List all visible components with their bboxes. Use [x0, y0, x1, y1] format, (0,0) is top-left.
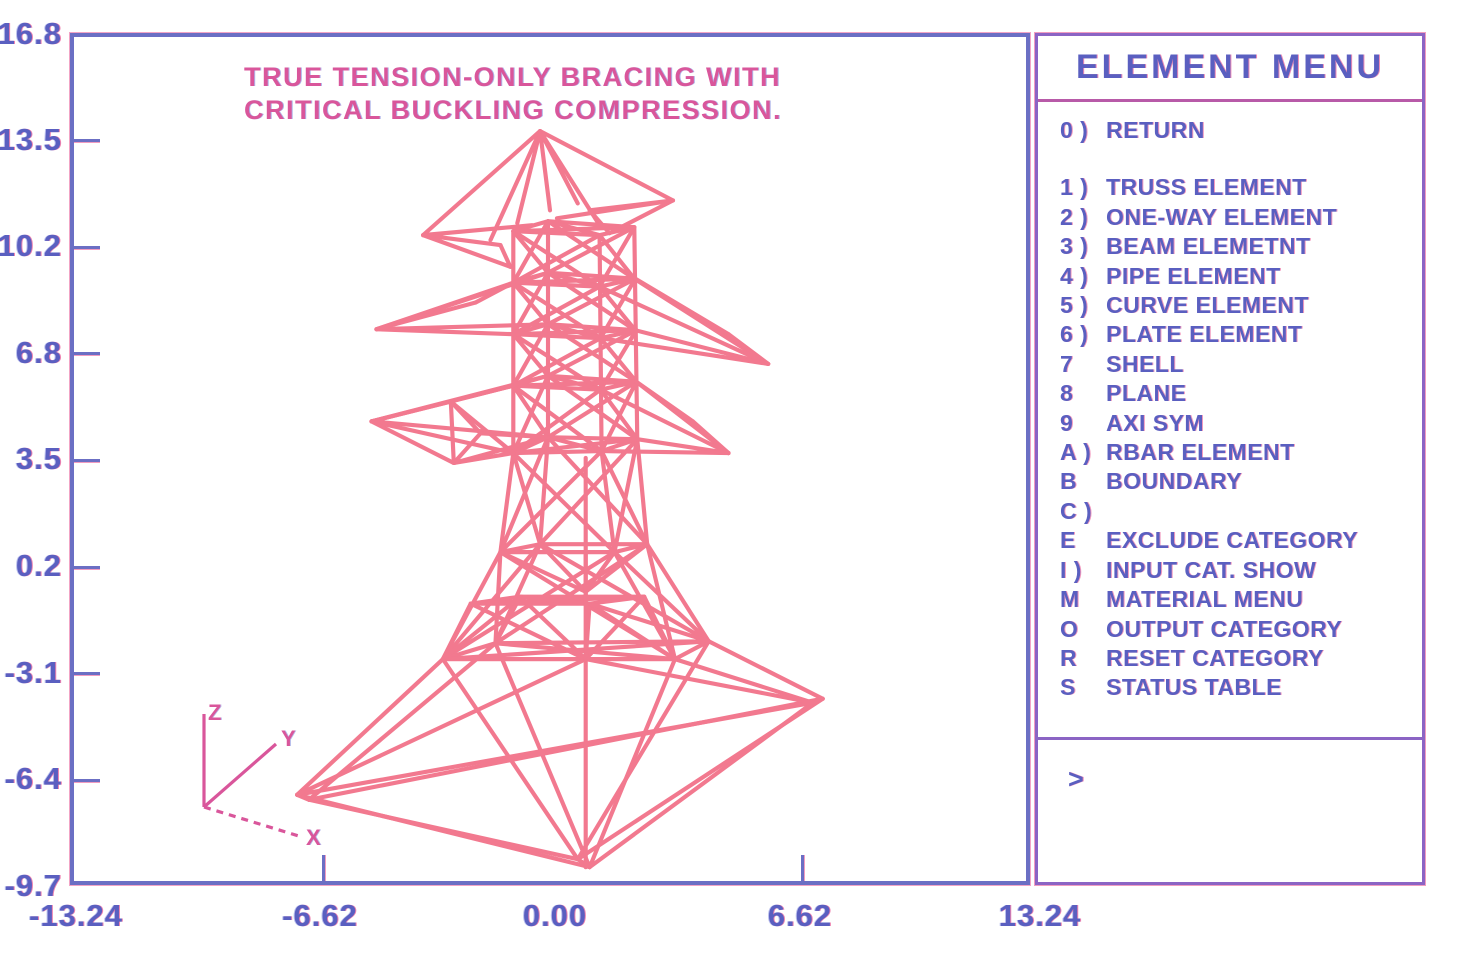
menu-item-label: AXI SYM — [1106, 409, 1205, 436]
menu-item-key: 0 ) — [1060, 117, 1089, 143]
menu-item-key: 8 — [1060, 380, 1074, 407]
menu-item-key: 5 ) — [1060, 292, 1089, 319]
menu-title-bar: ELEMENT MENU — [1038, 36, 1422, 102]
menu-item-key: 4 ) — [1060, 262, 1089, 289]
menu-item-key: R — [1060, 644, 1078, 671]
command-prompt-caret: > — [1068, 764, 1084, 794]
y-tick-label: 3.5 — [15, 441, 62, 476]
menu-item-label: RETURN — [1106, 117, 1205, 143]
menu-item-key: B — [1060, 468, 1078, 495]
menu-item-key: C ) — [1060, 497, 1093, 524]
triad-y-label: Y — [281, 726, 296, 751]
menu-item-key: A ) — [1060, 439, 1092, 466]
menu-item-label: EXCLUDE CATEGORY — [1106, 527, 1359, 554]
x-tick-label: -13.24 — [29, 898, 123, 933]
menu-item-axi-sym[interactable]: 9 AXI SYM — [1060, 409, 1422, 438]
menu-item-input-cat-show[interactable]: I ) INPUT CAT. SHOW — [1060, 556, 1422, 585]
element-menu-panel: ELEMENT MENU 0 ) RETURN 1 ) TRUSS ELEMEN… — [1035, 33, 1425, 885]
menu-item-key: 1 ) — [1060, 174, 1089, 201]
triad-x-label: X — [306, 825, 321, 850]
menu-item-key: 3 ) — [1060, 233, 1089, 260]
menu-item-material-menu[interactable]: M MATERIAL MENU — [1060, 585, 1422, 614]
menu-item-label: RESET CATEGORY — [1106, 644, 1324, 671]
menu-item-key: S — [1060, 674, 1076, 701]
screen-root: 16.8 13.5 10.2 6.8 3.5 0.2 -3.1 -6.4 -9.… — [0, 0, 1474, 966]
menu-item-key: 6 ) — [1060, 321, 1089, 348]
menu-item-key: 7 — [1060, 350, 1074, 377]
menu-item-label: RBAR ELEMENT — [1106, 439, 1295, 466]
triad-z-label: Z — [208, 700, 222, 725]
coordinate-triad: Z Y X — [184, 700, 354, 852]
menu-item-key: 9 — [1060, 409, 1074, 436]
menu-item-label: ONE-WAY ELEMENT — [1106, 203, 1338, 230]
menu-item-label: SHELL — [1106, 350, 1184, 377]
menu-item-key: I ) — [1060, 556, 1082, 583]
menu-item-exclude-category[interactable]: E EXCLUDE CATEGORY — [1060, 526, 1422, 555]
menu-item-boundary[interactable]: B BOUNDARY — [1060, 467, 1422, 496]
menu-item-status-table[interactable]: S STATUS TABLE — [1060, 673, 1422, 702]
menu-item-one-way-element[interactable]: 2 ) ONE-WAY ELEMENT — [1060, 203, 1422, 232]
x-tick-label: 13.24 — [998, 898, 1082, 933]
menu-item-beam-element[interactable]: 3 ) BEAM ELEMETNT — [1060, 232, 1422, 261]
menu-item-plate-element[interactable]: 6 ) PLATE ELEMENT — [1060, 320, 1422, 349]
menu-item-truss-element[interactable]: 1 ) TRUSS ELEMENT — [1060, 173, 1422, 202]
menu-item-curve-element[interactable]: 5 ) CURVE ELEMENT — [1060, 291, 1422, 320]
menu-item-label: INPUT CAT. SHOW — [1106, 556, 1317, 583]
y-tick-label: 10.2 — [0, 228, 62, 263]
y-tick-label: 0.2 — [15, 548, 62, 583]
menu-item-output-category[interactable]: O OUTPUT CATEGORY — [1060, 615, 1422, 644]
menu-item-plane[interactable]: 8 PLANE — [1060, 379, 1422, 408]
menu-item-label: PLANE — [1106, 380, 1187, 407]
menu-item-label: OUTPUT CATEGORY — [1106, 615, 1343, 642]
menu-item-c[interactable]: C ) — [1060, 497, 1422, 526]
x-tick-label: -6.62 — [282, 898, 358, 933]
menu-item-label: BOUNDARY — [1106, 468, 1243, 495]
menu-item-pipe-element[interactable]: 4 ) PIPE ELEMENT — [1060, 262, 1422, 291]
y-tick-label: 6.8 — [15, 335, 62, 370]
menu-item-shell[interactable]: 7 SHELL — [1060, 350, 1422, 379]
command-prompt-area[interactable]: > — [1038, 740, 1422, 881]
y-tick-label: 16.8 — [0, 16, 62, 51]
y-tick-label: -6.4 — [4, 761, 62, 796]
y-tick-label: -9.7 — [4, 868, 62, 903]
x-tick-label: 6.62 — [767, 898, 833, 933]
y-tick-label: -3.1 — [4, 655, 62, 690]
menu-item-key: O — [1060, 615, 1079, 642]
menu-item-list: 0 ) RETURN 1 ) TRUSS ELEMENT 2 ) ONE-WAY… — [1038, 102, 1422, 740]
menu-item-key: E — [1060, 527, 1076, 554]
y-tick-label: 13.5 — [0, 122, 62, 157]
menu-item-label: TRUSS ELEMENT — [1106, 174, 1307, 201]
menu-item-label: MATERIAL MENU — [1106, 586, 1304, 613]
plot-area: TRUE TENSION-ONLY BRACING WITH CRITICAL … — [70, 33, 1030, 885]
menu-item-label: BEAM ELEMETNT — [1106, 233, 1311, 260]
menu-item-key: M — [1060, 586, 1080, 613]
menu-item-label — [1106, 497, 1422, 526]
menu-item-label: PLATE ELEMENT — [1106, 321, 1303, 348]
x-tick-label: 0.00 — [522, 898, 588, 933]
menu-title: ELEMENT MENU — [1076, 48, 1384, 86]
menu-item-reset-category[interactable]: R RESET CATEGORY — [1060, 644, 1422, 673]
menu-item-return[interactable]: 0 ) RETURN — [1060, 116, 1422, 145]
menu-item-label: CURVE ELEMENT — [1106, 292, 1309, 319]
menu-item-rbar-element[interactable]: A ) RBAR ELEMENT — [1060, 438, 1422, 467]
menu-item-label: PIPE ELEMENT — [1106, 262, 1281, 289]
menu-item-key: 2 ) — [1060, 203, 1089, 230]
menu-item-label: STATUS TABLE — [1106, 674, 1282, 701]
